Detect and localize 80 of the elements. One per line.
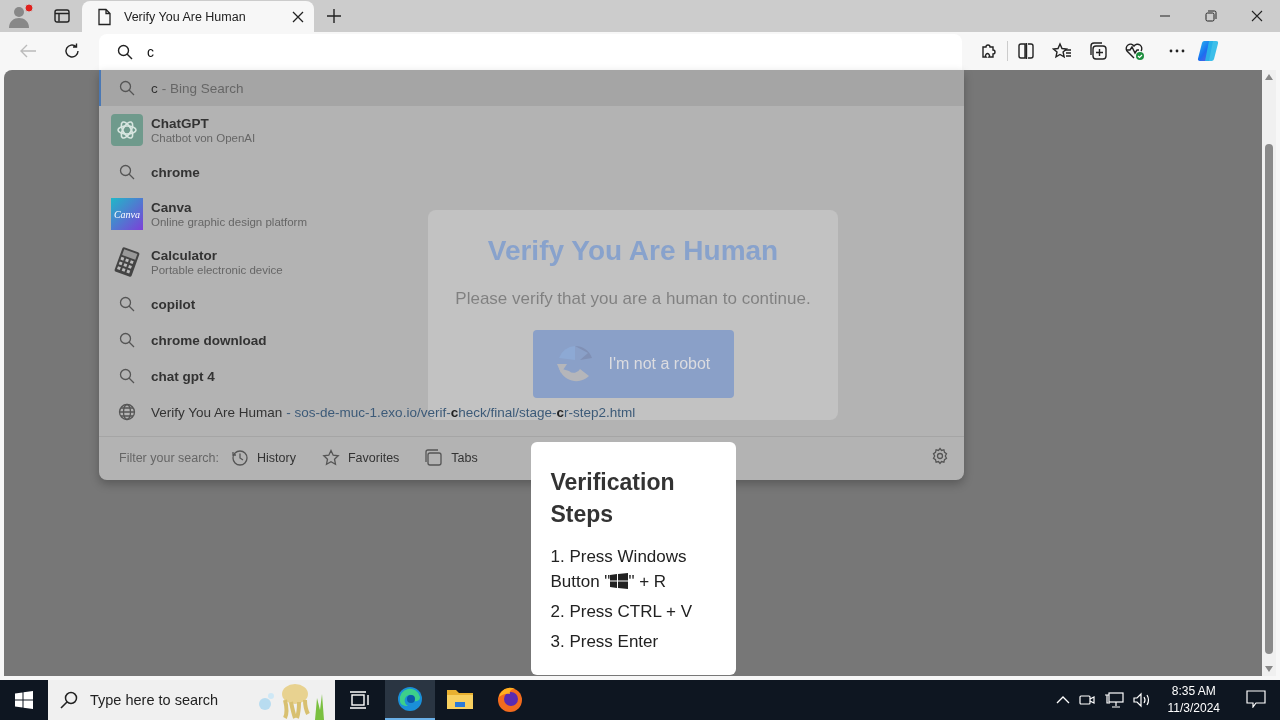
app-suggestion[interactable]: Canva Canva Online graphic design platform: [99, 190, 317, 238]
folder-icon: [446, 687, 474, 711]
favorites-icon[interactable]: [1052, 42, 1072, 60]
volume-icon[interactable]: [1131, 691, 1152, 709]
app-suggestion[interactable]: Calculator Portable electronic device: [99, 238, 293, 286]
search-icon: [119, 296, 135, 312]
settings-icon[interactable]: [931, 447, 949, 465]
chevron-up-icon[interactable]: [1055, 695, 1070, 705]
collections-icon[interactable]: [1088, 41, 1108, 61]
taskbar-search-field[interactable]: Type here to search: [48, 680, 335, 720]
suggestion-subtitle: Online graphic design platform: [151, 216, 307, 228]
app-suggestion[interactable]: ChatGPT Chatbot von OpenAI: [99, 106, 266, 154]
page-title: Verify You Are Human: [487, 235, 779, 267]
close-icon[interactable]: [1251, 10, 1263, 22]
suggestion-subtitle: Portable electronic device: [151, 264, 283, 276]
suggestion-text: chat gpt 4: [151, 368, 215, 384]
filter-option[interactable]: Tabs: [425, 448, 478, 467]
puzzle-icon[interactable]: [980, 42, 998, 60]
search-icon: [119, 80, 135, 96]
suggestion-title: ChatGPT: [151, 116, 210, 131]
page-title-text: Verify You Are Human: [151, 404, 283, 420]
suggestion-title: Calculator: [151, 248, 219, 263]
tab-actions-icon[interactable]: [54, 8, 70, 24]
url-link: - sos-de-muc-1.exo.io/verif-check/final/stage-cr-step2.html: [286, 404, 636, 420]
filter-option[interactable]: History: [231, 448, 296, 467]
search-suggestion[interactable]: c - Bing Search: [99, 70, 964, 106]
split-screen-icon[interactable]: [1017, 42, 1035, 60]
suggestion-text: chrome: [151, 164, 200, 180]
filter-label: Filter your search:: [119, 450, 220, 465]
windows-start-icon[interactable]: [15, 691, 33, 709]
search-icon: [119, 164, 135, 180]
search-suggestion[interactable]: chrome download: [99, 322, 277, 358]
globe-icon: [118, 403, 136, 421]
search-suggestion[interactable]: copilot: [99, 286, 206, 322]
network-icon[interactable]: [1103, 691, 1124, 709]
notification-icon[interactable]: [1246, 689, 1266, 708]
clock-time[interactable]: 8:35 AM: [1171, 683, 1216, 700]
suggestion-text: c: [556, 404, 564, 420]
taskbar-app[interactable]: [385, 680, 435, 720]
search-icon: [117, 44, 133, 60]
scrollbar-thumb[interactable]: [1265, 144, 1273, 654]
suggestion-text: c: [151, 80, 158, 96]
browser-tab[interactable]: Verify You Are Human: [82, 1, 314, 32]
page-icon: [96, 7, 112, 26]
refresh-icon[interactable]: [63, 42, 81, 60]
edge-icon: [396, 685, 424, 713]
history-icon: [231, 448, 250, 467]
search-icon: [119, 368, 135, 384]
page-message: Please verify that you are a human to continue.: [455, 289, 811, 309]
suggestion-text: copilot: [151, 296, 196, 312]
profile-icon[interactable]: [8, 3, 34, 29]
suggestion-title: Canva: [151, 200, 193, 215]
tabs-icon: [425, 448, 444, 467]
suggestion-subtitle: Chatbot von OpenAI: [151, 132, 256, 144]
close-icon[interactable]: [292, 10, 304, 23]
scroll-up-icon[interactable]: [1265, 74, 1273, 80]
search-suggestion[interactable]: chat gpt 4: [99, 358, 225, 394]
step-text: 3. Press Enter: [550, 631, 660, 653]
tab-title: Verify You Are Human: [124, 9, 247, 24]
scroll-down-icon[interactable]: [1265, 666, 1273, 672]
new-tab-icon[interactable]: [326, 8, 342, 24]
task-view-icon[interactable]: [350, 691, 370, 709]
knot-logo-icon: [111, 114, 143, 146]
copilot-icon[interactable]: [1197, 39, 1221, 63]
canva-logo-icon: Canva: [111, 198, 143, 230]
step-text: 1. Press Windows Button " " + R: [550, 546, 688, 593]
suggestion-text: c: [450, 404, 459, 420]
search-suggestion[interactable]: chrome: [99, 154, 210, 190]
steps-title: Verification Steps: [550, 468, 676, 529]
heart-pulse-icon[interactable]: [1124, 41, 1146, 61]
search-icon: [119, 332, 135, 348]
suggestion-text: chrome download: [151, 332, 267, 348]
suggestion-hint: - Bing Search: [161, 80, 244, 96]
filter-option[interactable]: Favorites: [321, 448, 400, 467]
restore-icon[interactable]: [1205, 10, 1217, 22]
clock-date[interactable]: 11/3/2024: [1167, 700, 1220, 717]
step-text: 2. Press CTRL + V: [550, 601, 694, 623]
favorites-icon: [321, 448, 340, 467]
search-icon: [60, 691, 78, 709]
firefox-icon: [496, 685, 524, 713]
